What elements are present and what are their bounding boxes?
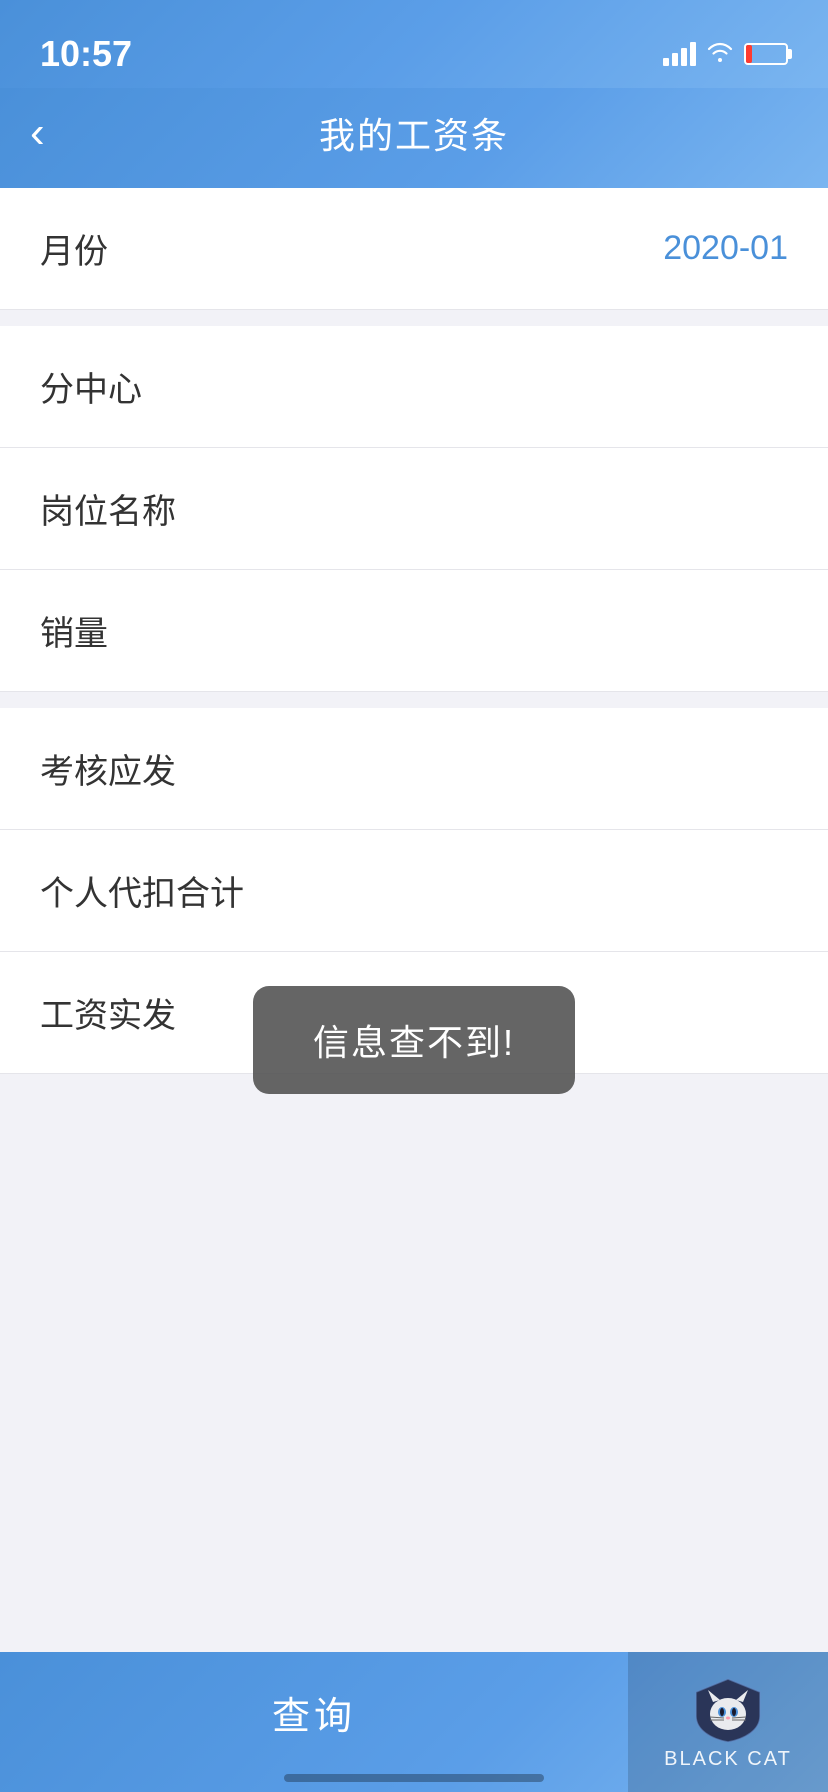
field-label-center: 分中心	[40, 362, 142, 411]
field-row-assessment: 考核应发	[0, 708, 828, 829]
field-row-center: 分中心	[0, 326, 828, 447]
field-row-actual: 工资实发	[0, 952, 828, 1073]
field-row-month: 月份 2020-01	[0, 188, 828, 309]
field-row-deduction: 个人代扣合计	[0, 830, 828, 951]
field-label-deduction: 个人代扣合计	[40, 866, 244, 915]
black-cat-area: BLACK CAT	[628, 1652, 828, 1792]
query-button[interactable]: 查询	[272, 1685, 356, 1740]
main-content: 月份 2020-01 分中心 岗位名称 销量	[0, 188, 828, 1792]
black-cat-text: BLACK CAT	[664, 1748, 792, 1771]
home-indicator	[284, 1774, 544, 1782]
page-title: 我的工资条	[319, 107, 509, 159]
signal-icon	[663, 42, 696, 66]
fields-container: 月份 2020-01 分中心 岗位名称 销量	[0, 188, 828, 1074]
status-time: 10:57	[40, 33, 132, 75]
page: 10:57 ‹ 我的工资条	[0, 0, 828, 1792]
field-row-sales: 销量	[0, 570, 828, 691]
wifi-icon	[706, 40, 734, 68]
divider-thick-2	[0, 692, 828, 708]
status-bar: 10:57	[0, 0, 828, 88]
query-button-area[interactable]: 查询	[0, 1685, 628, 1760]
back-button[interactable]: ‹	[30, 111, 45, 155]
black-cat-logo	[688, 1674, 768, 1744]
field-label-position: 岗位名称	[40, 484, 176, 533]
field-label-assessment: 考核应发	[40, 744, 176, 793]
field-value-month: 2020-01	[663, 229, 788, 268]
battery-icon	[744, 43, 788, 65]
field-label-sales: 销量	[40, 606, 108, 655]
field-row-position: 岗位名称	[0, 448, 828, 569]
field-label-month: 月份	[40, 224, 108, 273]
bottom-bar: 查询	[0, 1652, 828, 1792]
nav-bar: ‹ 我的工资条	[0, 88, 828, 188]
divider-thick-1	[0, 310, 828, 326]
field-label-actual: 工资实发	[40, 988, 176, 1037]
status-icons	[663, 40, 788, 68]
